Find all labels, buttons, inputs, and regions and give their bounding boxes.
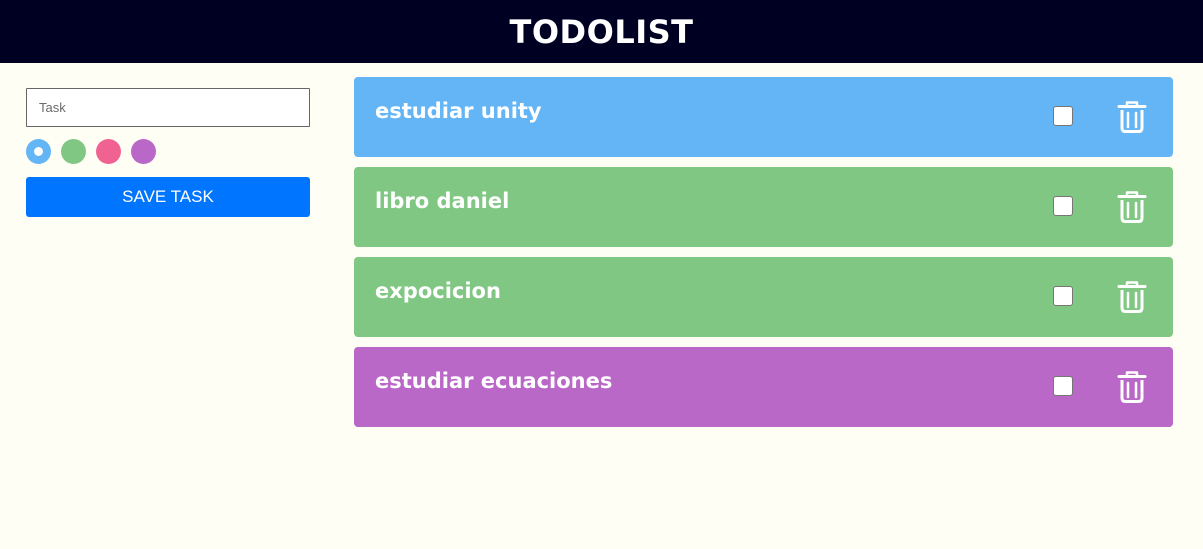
app-title: TODOLIST — [509, 12, 694, 51]
task-card: estudiar ecuaciones — [354, 347, 1173, 427]
task-form: SAVE TASK — [26, 88, 310, 217]
trash-icon[interactable] — [1117, 281, 1147, 313]
save-task-button[interactable]: SAVE TASK — [26, 177, 310, 217]
color-swatch-pink[interactable] — [96, 139, 121, 164]
task-title: libro daniel — [375, 189, 510, 213]
task-done-checkbox[interactable] — [1053, 106, 1073, 126]
trash-icon[interactable] — [1117, 191, 1147, 223]
color-swatch-blue[interactable] — [26, 139, 51, 164]
task-list: estudiar unity libro daniel expocicion e… — [354, 77, 1173, 437]
task-done-checkbox[interactable] — [1053, 196, 1073, 216]
task-title: expocicion — [375, 279, 501, 303]
task-title: estudiar unity — [375, 99, 542, 123]
task-input[interactable] — [26, 88, 310, 127]
task-title: estudiar ecuaciones — [375, 369, 613, 393]
trash-icon[interactable] — [1117, 101, 1147, 133]
color-swatch-purple[interactable] — [131, 139, 156, 164]
selected-indicator — [34, 147, 43, 156]
task-card: estudiar unity — [354, 77, 1173, 157]
task-done-checkbox[interactable] — [1053, 286, 1073, 306]
task-done-checkbox[interactable] — [1053, 376, 1073, 396]
task-card: expocicion — [354, 257, 1173, 337]
color-picker — [26, 139, 310, 164]
trash-icon[interactable] — [1117, 371, 1147, 403]
app-header: TODOLIST — [0, 0, 1203, 63]
color-swatch-green[interactable] — [61, 139, 86, 164]
task-card: libro daniel — [354, 167, 1173, 247]
